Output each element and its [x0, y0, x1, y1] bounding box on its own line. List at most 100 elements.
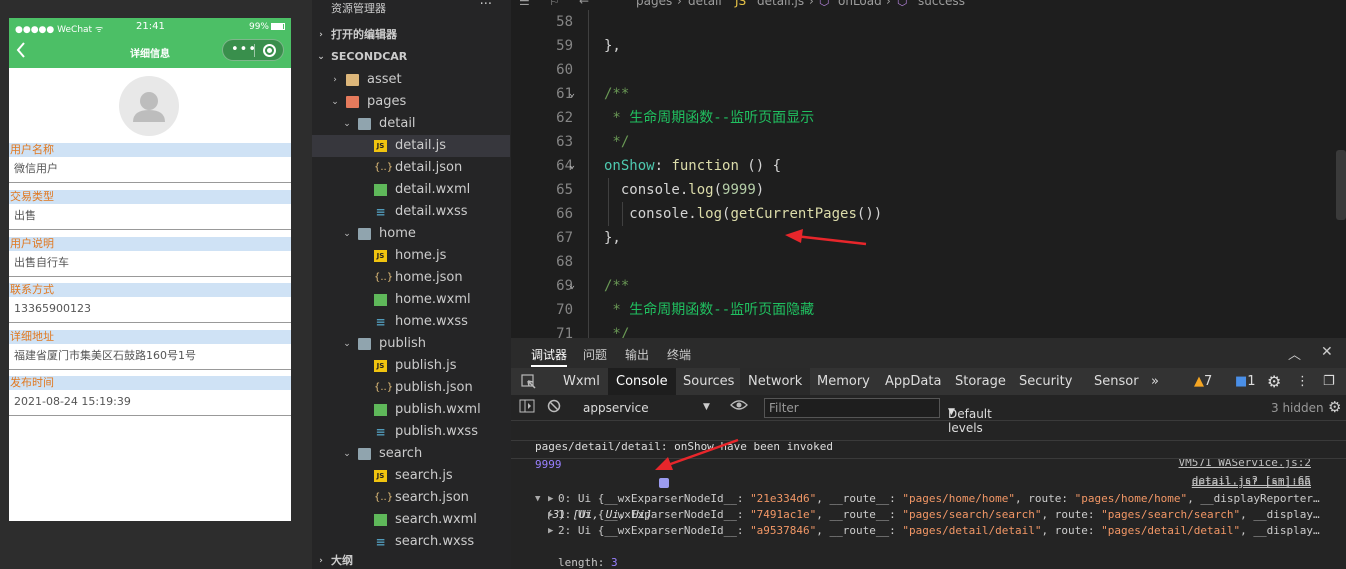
- tree-item[interactable]: home.wxml: [312, 289, 510, 311]
- sidebar-toggle-icon[interactable]: [519, 399, 535, 416]
- code-line[interactable]: 71 */: [511, 322, 1346, 338]
- tab-wxml[interactable]: Wxml: [555, 368, 608, 395]
- back-arrow-icon[interactable]: ←: [579, 0, 589, 8]
- tree-item[interactable]: ⌄ home: [312, 223, 510, 245]
- tree-item[interactable]: ⌄ detail: [312, 113, 510, 135]
- array-toggle[interactable]: ▼ (3) [Ui, Ui, Ui]: [511, 475, 1346, 521]
- line-number: 62: [556, 110, 573, 126]
- fold-chevron-icon[interactable]: ⌄: [569, 274, 575, 298]
- tab-sensor[interactable]: Sensor: [1086, 368, 1147, 395]
- tab-terminal[interactable]: 终端: [667, 346, 691, 363]
- gear-icon[interactable]: ⚙: [1328, 398, 1341, 416]
- tab-security[interactable]: Security: [1011, 368, 1080, 395]
- code-line[interactable]: 66 console.log(getCurrentPages()): [511, 202, 1346, 226]
- filter-input[interactable]: Filter: [764, 398, 940, 418]
- code-line[interactable]: 58: [511, 10, 1346, 34]
- tab-debugger[interactable]: 调试器: [531, 346, 568, 367]
- tree-item[interactable]: JS search.js: [312, 465, 510, 487]
- tab-storage[interactable]: Storage: [947, 368, 1014, 395]
- array-item[interactable]: ▶ 0: Ui {__wxExparserNodeId__: "21e334d6"…: [511, 491, 1346, 507]
- more-tabs-icon[interactable]: »: [1143, 368, 1167, 395]
- breadcrumb-item[interactable]: pages: [636, 0, 672, 8]
- tab-sources[interactable]: Sources: [675, 368, 742, 395]
- inspect-icon[interactable]: [513, 368, 547, 395]
- section-outline[interactable]: › 大纲: [312, 550, 510, 569]
- close-icon[interactable]: ✕: [1321, 344, 1333, 360]
- tree-item[interactable]: detail.wxml: [312, 179, 510, 201]
- fold-chevron-icon[interactable]: ⌄: [569, 82, 575, 106]
- scrollbar[interactable]: [1336, 150, 1346, 220]
- tab-problems[interactable]: 问题: [583, 346, 607, 363]
- menu-capsule[interactable]: •••: [222, 39, 284, 61]
- breadcrumb-item[interactable]: detail.js: [757, 0, 804, 8]
- tab-memory[interactable]: Memory: [809, 368, 878, 395]
- tree-item[interactable]: {..} publish.json: [312, 377, 510, 399]
- code-line[interactable]: 70 * 生命周期函数--监听页面隐藏: [511, 298, 1346, 322]
- fold-chevron-icon[interactable]: ⌄: [569, 154, 575, 178]
- tree-item[interactable]: JS publish.js: [312, 355, 510, 377]
- section-project[interactable]: ⌄ SECONDCAR: [312, 46, 510, 68]
- tree-item[interactable]: › asset: [312, 69, 510, 91]
- breadcrumb-item[interactable]: success: [918, 0, 965, 8]
- tree-item[interactable]: JS home.js: [312, 245, 510, 267]
- kebab-menu-icon[interactable]: ⋮: [1296, 368, 1309, 395]
- chevron-right-icon[interactable]: ▶: [548, 507, 553, 523]
- tree-item[interactable]: ≡ publish.wxss: [312, 421, 510, 443]
- code-line[interactable]: 63 */: [511, 130, 1346, 154]
- close-miniprogram-icon[interactable]: [263, 44, 276, 57]
- breadcrumb-item[interactable]: detail: [688, 0, 722, 8]
- warning-count[interactable]: ▲7: [1194, 368, 1212, 395]
- breadcrumb-item[interactable]: onLoad: [838, 0, 882, 8]
- tab-output[interactable]: 输出: [625, 346, 649, 363]
- code-line[interactable]: 59},: [511, 34, 1346, 58]
- code-line[interactable]: 68: [511, 250, 1346, 274]
- dock-icon[interactable]: ❐: [1323, 368, 1335, 395]
- list-icon[interactable]: ☰: [519, 0, 530, 8]
- tree-item[interactable]: publish.wxml: [312, 399, 510, 421]
- chevron-right-icon[interactable]: ▶: [548, 523, 553, 539]
- method-icon: ⬡: [897, 0, 908, 8]
- array-item[interactable]: ▶ 2: Ui {__wxExparserNodeId__: "a9537846"…: [511, 523, 1346, 539]
- tree-item[interactable]: ⌄ search: [312, 443, 510, 465]
- eye-icon[interactable]: [730, 398, 748, 415]
- more-actions-icon[interactable]: ···: [480, 0, 492, 12]
- section-open-editors[interactable]: › 打开的编辑器: [312, 24, 510, 46]
- code-line[interactable]: 62 * 生命周期函数--监听页面显示: [511, 106, 1346, 130]
- tab-appdata[interactable]: AppData: [877, 368, 949, 395]
- tree-item[interactable]: {..} detail.json: [312, 157, 510, 179]
- tree-item[interactable]: {..} home.json: [312, 267, 510, 289]
- tree-item[interactable]: ≡ home.wxss: [312, 311, 510, 333]
- code-line[interactable]: 61 ⌄ /**: [511, 82, 1346, 106]
- info-badge-icon[interactable]: [659, 478, 669, 488]
- tree-item-label: pages: [367, 94, 407, 109]
- tree-item[interactable]: JS detail.js: [312, 135, 510, 157]
- message-icon: ■: [1235, 374, 1248, 389]
- clear-console-icon[interactable]: [547, 399, 561, 416]
- js-file-icon: JS: [374, 470, 387, 482]
- tree-item[interactable]: search.wxml: [312, 509, 510, 531]
- gear-icon[interactable]: ⚙: [1267, 368, 1281, 395]
- tree-item[interactable]: {..} search.json: [312, 487, 510, 509]
- tree-item[interactable]: ⌄ publish: [312, 333, 510, 355]
- code-text: */: [604, 326, 630, 338]
- code-editor[interactable]: ☰ ⚐ ← pages › detail JS detail.js › ⬡ on…: [511, 0, 1346, 338]
- code-line[interactable]: 67},: [511, 226, 1346, 250]
- context-select[interactable]: appservice: [583, 401, 649, 415]
- tree-item[interactable]: ⌄ pages: [312, 91, 510, 113]
- tree-item[interactable]: ≡ detail.wxss: [312, 201, 510, 223]
- bookmark-icon[interactable]: ⚐: [549, 0, 560, 8]
- array-item[interactable]: ▶ 1: Ui {__wxExparserNodeId__: "7491ac1e"…: [511, 507, 1346, 523]
- chevron-right-icon[interactable]: ▶: [548, 491, 553, 507]
- tree-item-label: home.json: [395, 270, 463, 285]
- chevron-up-icon[interactable]: ︿: [1288, 344, 1301, 363]
- error-count[interactable]: ■1: [1235, 368, 1256, 395]
- code-line[interactable]: 65 console.log(9999): [511, 178, 1346, 202]
- code-line[interactable]: 64 ⌄ onShow: function () {: [511, 154, 1346, 178]
- tab-network[interactable]: Network: [740, 368, 811, 395]
- field-label: 详细地址: [9, 330, 291, 344]
- chevron-down-icon: ⌄: [317, 52, 325, 62]
- dropdown-arrow-icon[interactable]: ▼: [703, 402, 710, 412]
- tab-console[interactable]: Console: [608, 368, 676, 395]
- code-line[interactable]: 69 ⌄ /**: [511, 274, 1346, 298]
- code-line[interactable]: 60: [511, 58, 1346, 82]
